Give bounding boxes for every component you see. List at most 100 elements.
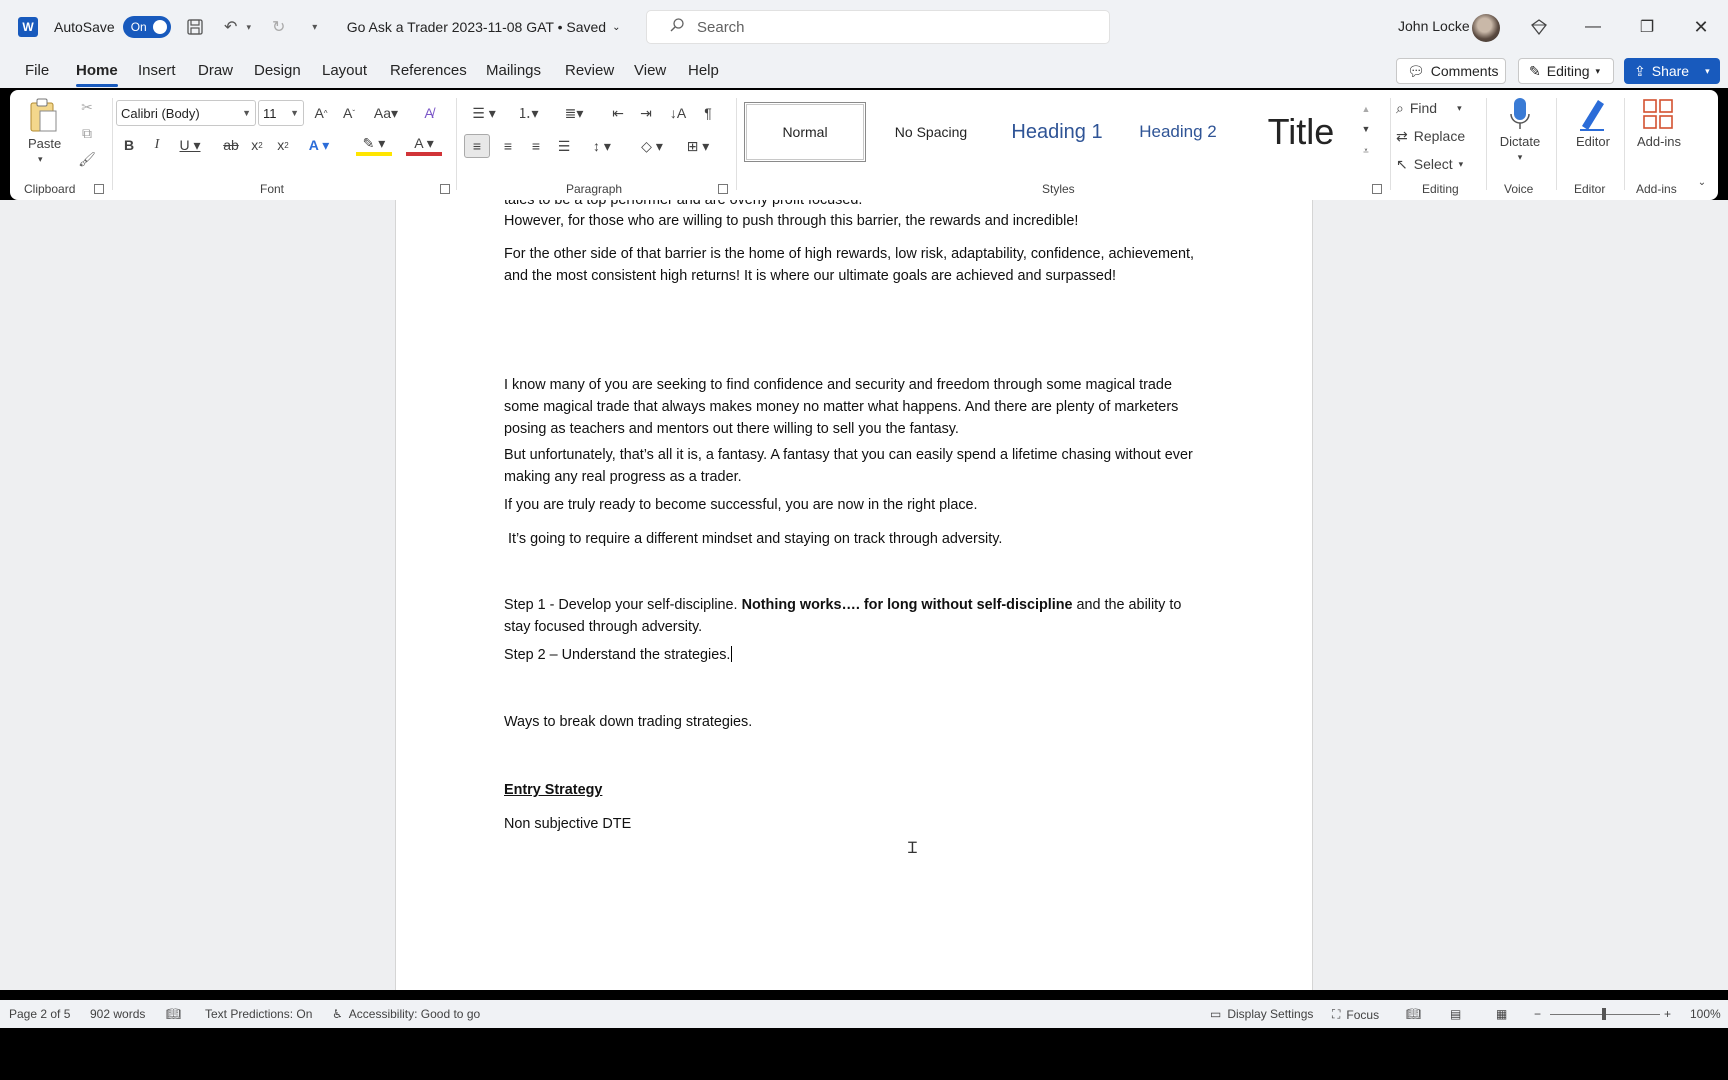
paste-icon[interactable] — [26, 96, 60, 134]
paragraph[interactable]: It’s going to require a different mindse… — [504, 528, 1204, 550]
paragraph[interactable]: For the other side of that barrier is th… — [504, 243, 1204, 287]
styles-scroll-down-icon[interactable]: ▼ — [1358, 120, 1374, 138]
align-center-icon[interactable]: ≡ — [496, 134, 520, 158]
comments-button[interactable]: 💬︎ Comments — [1396, 58, 1506, 84]
paragraph[interactable]: If you are truly ready to become success… — [504, 494, 1204, 516]
menu-references[interactable]: References — [390, 62, 467, 79]
paragraph-launcher-icon[interactable] — [718, 184, 728, 194]
user-name[interactable]: John Locke — [1398, 18, 1470, 34]
menu-insert[interactable]: Insert — [138, 62, 176, 79]
grow-font-icon[interactable]: A ^ — [310, 102, 332, 124]
menu-review[interactable]: Review — [565, 62, 614, 79]
format-painter-icon[interactable]: 🖌︎ — [76, 148, 98, 170]
subscript-icon[interactable]: x2 — [246, 134, 268, 156]
select-button[interactable]: ↖ Select ▾ — [1396, 152, 1463, 176]
font-name-combo[interactable]: Calibri (Body) ▼ — [116, 100, 256, 126]
shading-icon[interactable]: ◇ ▾ — [634, 134, 670, 158]
zoom-out-icon[interactable]: − — [1534, 1007, 1541, 1021]
superscript-icon[interactable]: x2 — [272, 134, 294, 156]
style-no-spacing[interactable]: No Spacing — [870, 102, 992, 162]
document-canvas[interactable]: tales to be a top performer and are over… — [0, 200, 1728, 990]
style-heading-1[interactable]: Heading 1 — [996, 102, 1118, 162]
text-effects-icon[interactable]: A ▾ — [302, 134, 336, 156]
find-button[interactable]: ⌕ Find ▾ — [1396, 96, 1462, 120]
paragraph[interactable]: I know many of you are seeking to find c… — [504, 374, 1204, 440]
clear-formatting-icon[interactable]: A̸ — [418, 102, 440, 124]
document-title[interactable]: Go Ask a Trader 2023-11-08 GAT • Saved ⌄ — [347, 19, 621, 35]
paragraph[interactable]: Step 2 – Understand the strategies. — [504, 644, 1204, 666]
editor-pen-icon[interactable] — [1572, 94, 1612, 134]
menu-view[interactable]: View — [634, 62, 666, 79]
align-left-icon[interactable]: ≡ — [464, 134, 490, 158]
copy-icon[interactable]: ⧉ — [76, 122, 98, 144]
share-button[interactable]: ⇪ Share ▾ — [1624, 58, 1720, 84]
style-heading-2[interactable]: Heading 2 — [1120, 102, 1236, 162]
editor-label[interactable]: Editor — [1570, 134, 1616, 149]
undo-dropdown-icon[interactable]: ▾ — [243, 15, 255, 39]
style-title[interactable]: Title — [1240, 102, 1362, 162]
shrink-font-icon[interactable]: Aˇ — [338, 102, 360, 124]
strikethrough-icon[interactable]: ab — [220, 134, 242, 156]
editing-mode-button[interactable]: ✎ Editing ▾ — [1518, 58, 1614, 84]
menu-design[interactable]: Design — [254, 62, 301, 79]
menu-home[interactable]: Home — [76, 62, 118, 87]
read-mode-icon[interactable]: 📖︎ — [1406, 1007, 1421, 1021]
font-color-icon[interactable]: A ▾ — [406, 134, 442, 156]
bold-icon[interactable]: B — [118, 134, 140, 156]
paste-dropdown-icon[interactable]: ▾ — [38, 154, 43, 165]
premium-diamond-icon[interactable] — [1526, 14, 1552, 40]
align-right-icon[interactable]: ≡ — [524, 134, 548, 158]
save-icon[interactable] — [183, 15, 207, 39]
web-layout-icon[interactable]: ▦ — [1496, 1007, 1507, 1021]
restore-icon[interactable]: ❐ — [1634, 14, 1660, 40]
cut-icon[interactable]: ✂ — [76, 96, 98, 118]
clipboard-launcher-icon[interactable] — [94, 184, 104, 194]
proofing-book-icon[interactable]: 📖︎ — [166, 1007, 181, 1021]
increase-indent-icon[interactable]: ⇥ — [634, 102, 658, 124]
accessibility-status[interactable]: ♿︎ Accessibility: Good to go — [332, 1007, 480, 1021]
page-count[interactable]: Page 2 of 5 — [9, 1007, 70, 1021]
change-case-icon[interactable]: Aa▾ — [370, 102, 402, 124]
underline-icon[interactable]: U ▾ — [172, 134, 208, 156]
display-settings-button[interactable]: ▭ Display Settings — [1210, 1007, 1313, 1021]
dictate-label[interactable]: Dictate — [1494, 134, 1546, 149]
zoom-in-icon[interactable]: + — [1664, 1007, 1671, 1021]
sort-icon[interactable]: ↓A — [666, 102, 690, 124]
document-page[interactable]: tales to be a top performer and are over… — [395, 200, 1313, 990]
highlight-icon[interactable]: ✎ ▾ — [356, 134, 392, 156]
line-spacing-icon[interactable]: ↕ ▾ — [584, 134, 620, 158]
borders-icon[interactable]: ⊞ ▾ — [680, 134, 716, 158]
styles-launcher-icon[interactable] — [1372, 184, 1382, 194]
styles-scroll-up-icon[interactable]: ▲ — [1358, 100, 1374, 118]
redo-icon[interactable]: ↻ — [267, 15, 291, 39]
heading-entry-strategy[interactable]: Entry Strategy — [504, 779, 1204, 801]
addins-grid-icon[interactable] — [1638, 94, 1678, 134]
microphone-icon[interactable] — [1500, 94, 1540, 134]
autosave-toggle[interactable]: On — [122, 16, 171, 38]
menu-mailings[interactable]: Mailings — [486, 62, 541, 79]
styles-more-icon[interactable]: ⩡ — [1358, 142, 1374, 160]
paragraph[interactable]: However, for those who are willing to pu… — [504, 210, 1204, 232]
customize-toolbar-icon[interactable]: ▾ — [303, 15, 327, 39]
minimize-icon[interactable]: — — [1580, 14, 1606, 40]
undo-icon[interactable]: ↶ — [219, 15, 243, 39]
font-size-combo[interactable]: 11 ▼ — [258, 100, 304, 126]
addins-label[interactable]: Add-ins — [1628, 134, 1690, 149]
paragraph[interactable]: Non subjective DTE — [504, 813, 1204, 835]
decrease-indent-icon[interactable]: ⇤ — [606, 102, 630, 124]
search-box[interactable]: Search — [646, 10, 1110, 44]
zoom-slider-thumb[interactable] — [1602, 1008, 1606, 1020]
numbering-icon[interactable]: ⒈▾ — [510, 102, 546, 124]
menu-help[interactable]: Help — [688, 62, 719, 79]
text-predictions-status[interactable]: Text Predictions: On — [205, 1007, 312, 1021]
dictate-dropdown-icon[interactable]: ▾ — [1514, 152, 1526, 163]
paragraph[interactable]: Ways to break down trading strategies. — [504, 711, 1204, 733]
word-count[interactable]: 902 words — [90, 1007, 145, 1021]
menu-layout[interactable]: Layout — [322, 62, 367, 79]
focus-button[interactable]: ⛶ Focus — [1332, 1007, 1379, 1022]
menu-file[interactable]: File — [25, 62, 49, 79]
share-dropdown-icon[interactable]: ▾ — [1705, 66, 1710, 77]
print-layout-icon[interactable]: ▤ — [1450, 1007, 1461, 1021]
avatar[interactable] — [1472, 14, 1500, 42]
paste-label[interactable]: Paste — [28, 136, 61, 151]
